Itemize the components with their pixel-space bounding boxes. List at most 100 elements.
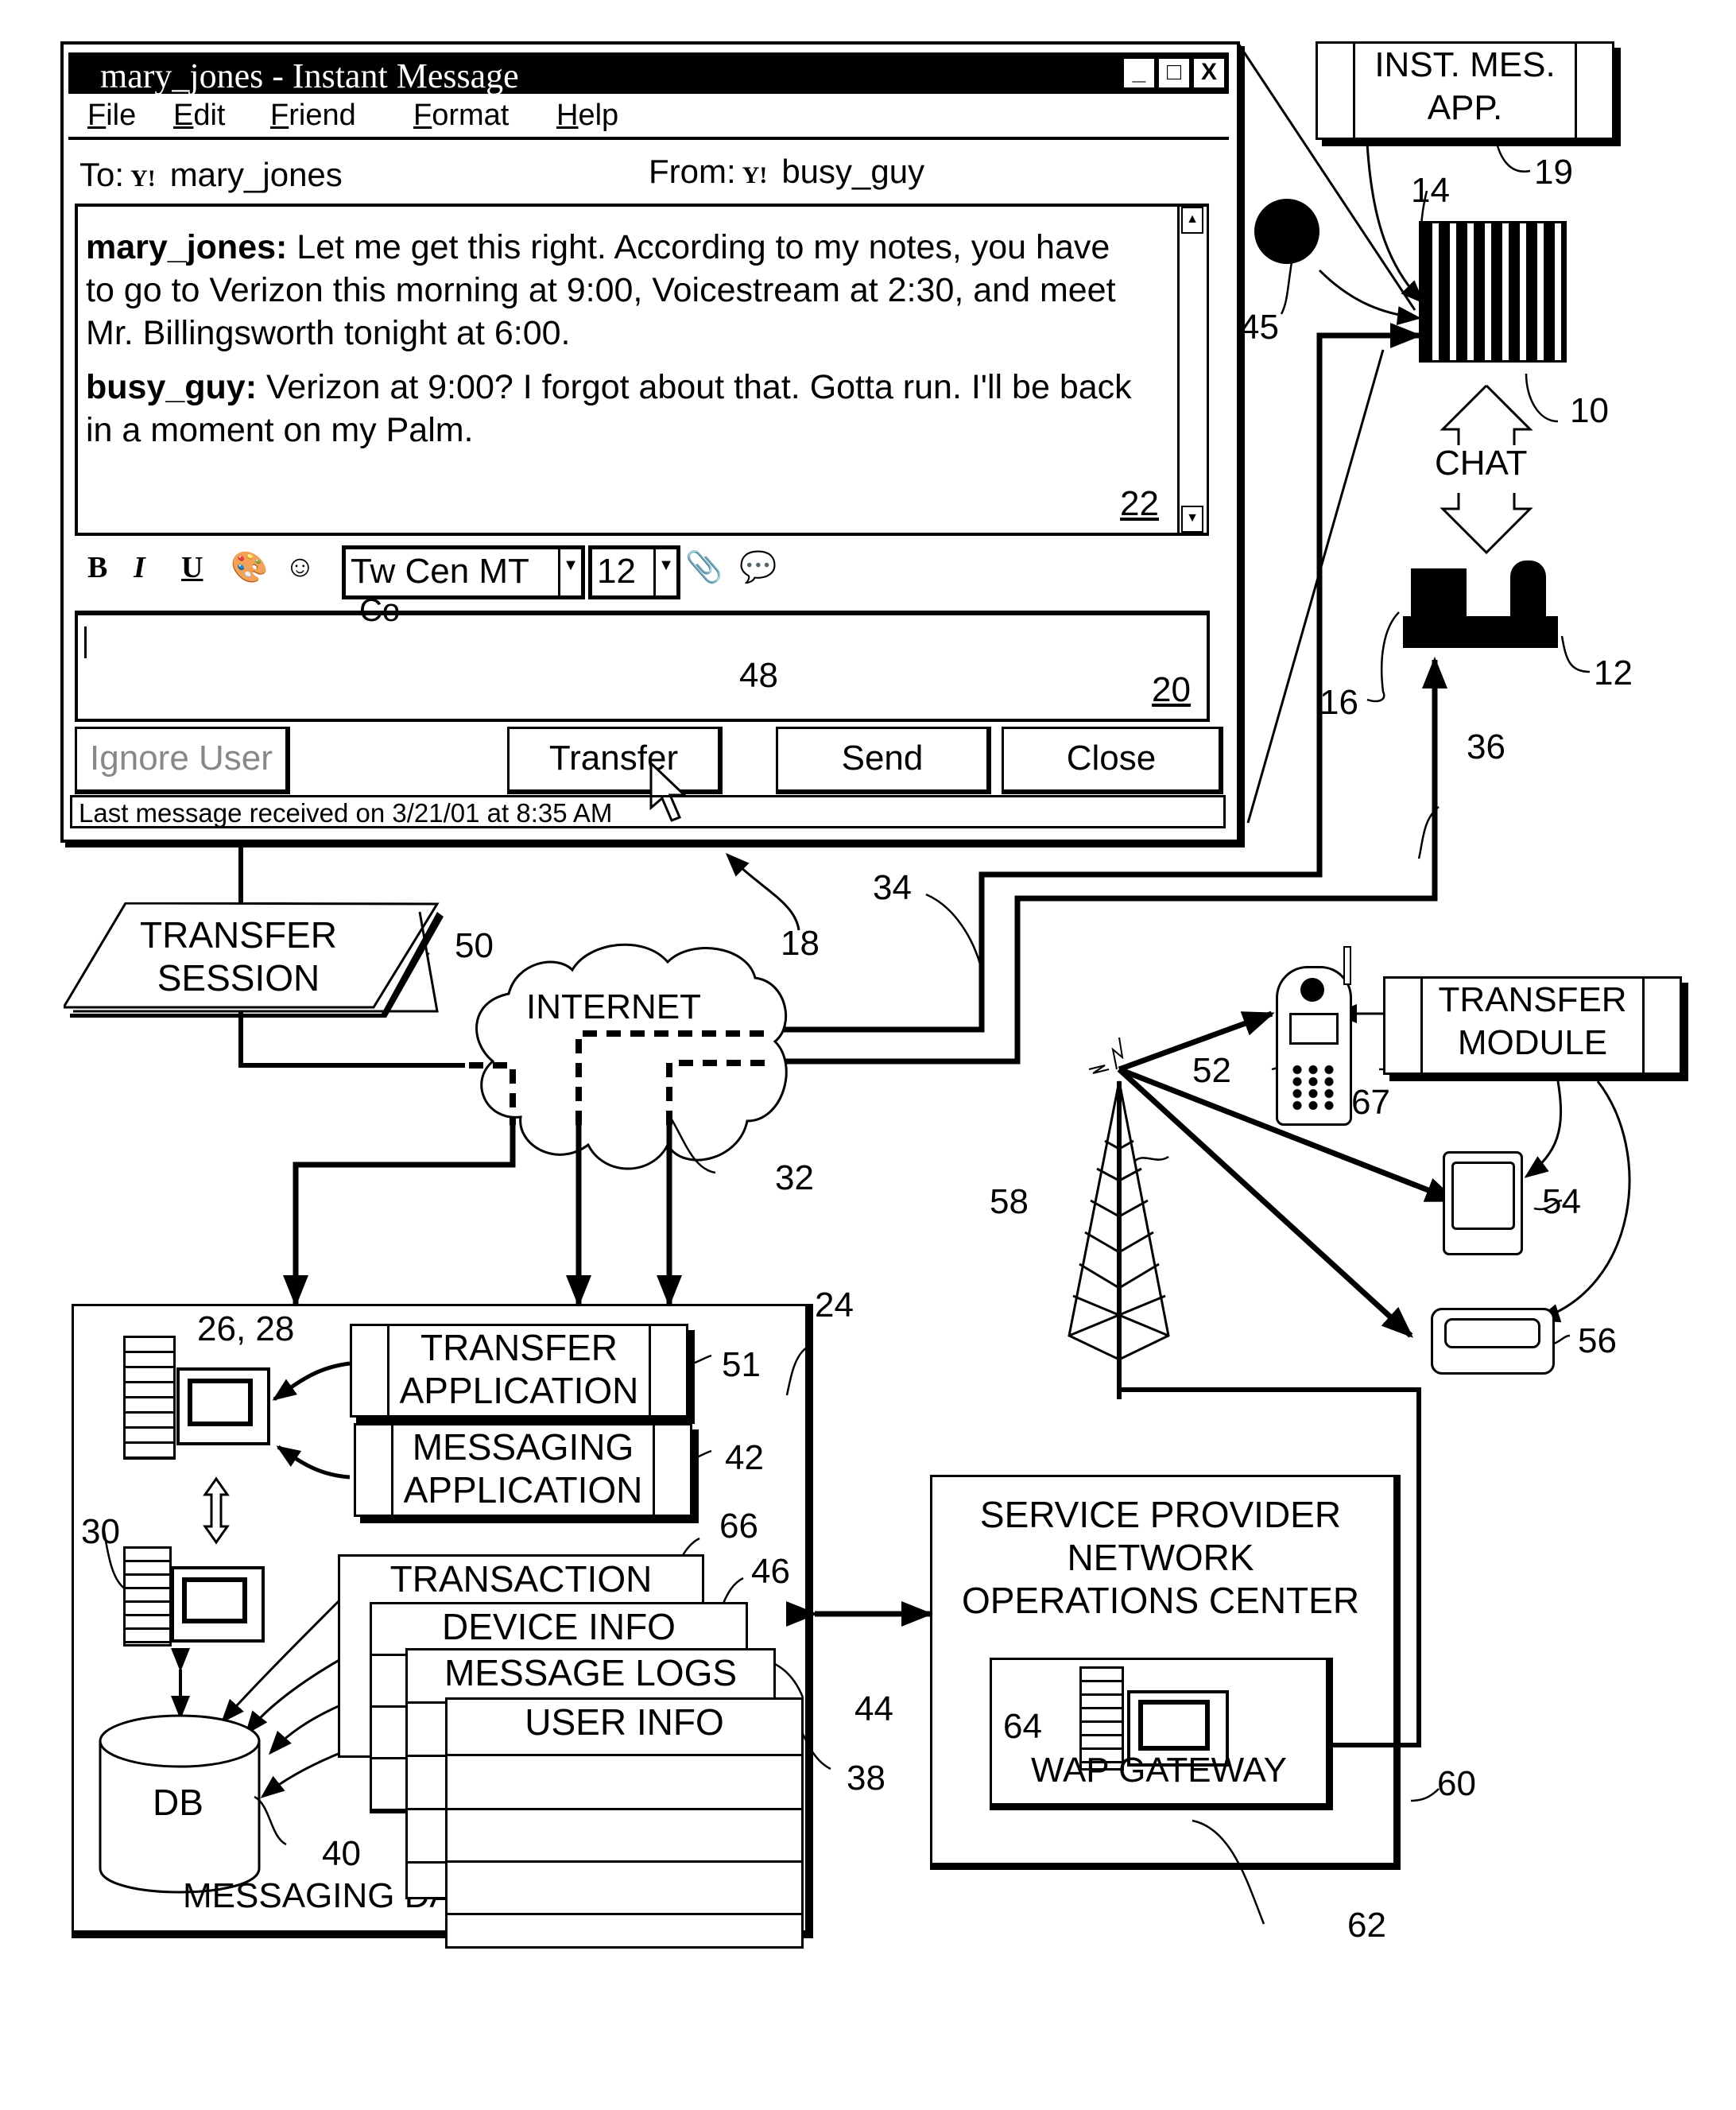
photo-ref: 10 xyxy=(1570,391,1609,430)
to-user[interactable]: mary_jones xyxy=(170,156,343,193)
internet-cloud xyxy=(475,943,788,1170)
server-tower-icon xyxy=(123,1336,176,1460)
messenger-logo-icon: Y! xyxy=(130,165,156,192)
from-user[interactable]: busy_guy xyxy=(781,153,924,190)
data-center-ref: 24 xyxy=(815,1286,854,1325)
transfer-application-box: TRANSFER APPLICATION xyxy=(350,1324,688,1418)
chat-label: CHAT xyxy=(1435,444,1528,483)
desktop-user-ref: 12 xyxy=(1594,654,1633,692)
transfer-ref-label: 48 xyxy=(739,656,778,695)
font-select-value: Tw Cen MT xyxy=(351,552,529,591)
chevron-down-icon[interactable]: ▼ xyxy=(653,549,676,595)
dashed-path-b xyxy=(575,1030,771,1125)
messenger-logo-icon: Y! xyxy=(742,162,768,188)
font-select[interactable]: Tw Cen MT ▼ xyxy=(342,545,585,599)
chevron-down-icon[interactable]: ▼ xyxy=(558,549,581,595)
scroll-down-icon[interactable]: ▼ xyxy=(1181,506,1203,533)
history-message: mary_jones: Let me get this right. Accor… xyxy=(86,226,1143,355)
from-label: From: xyxy=(649,153,736,190)
compose-input[interactable]: 20 xyxy=(75,611,1210,722)
desktop-line-ref: 16 xyxy=(1319,683,1358,722)
desktop-user-icon xyxy=(1403,560,1558,648)
message-sender: mary_jones: xyxy=(86,228,288,266)
close-button[interactable]: Close xyxy=(1002,727,1223,794)
transfer-app-line1: TRANSFER xyxy=(420,1327,618,1368)
table-ref: 44 xyxy=(854,1689,893,1728)
to-field: To: Y! mary_jones xyxy=(79,156,343,194)
message-sender: busy_guy: xyxy=(86,368,258,406)
palette-icon[interactable]: 🎨 xyxy=(231,550,268,585)
to-label: To: xyxy=(79,156,125,193)
phone-antenna xyxy=(1343,946,1351,985)
menu-edit[interactable]: Edit xyxy=(173,99,226,133)
link-36-ref: 36 xyxy=(1467,727,1505,766)
close-window-button[interactable]: X xyxy=(1192,57,1226,89)
window-callout-line-bottom xyxy=(1246,349,1385,824)
internet-to-dc-1 xyxy=(283,1125,516,1307)
tower-icon xyxy=(1068,1037,1170,1399)
scroll-up-icon[interactable]: ▲ xyxy=(1181,207,1203,234)
bold-button[interactable]: B xyxy=(87,550,107,585)
maximize-button[interactable]: □ xyxy=(1157,57,1191,89)
ref-18-leader xyxy=(725,852,800,931)
transfer-module-box: TRANSFER MODULE xyxy=(1383,976,1682,1075)
server2-ref: 30 xyxy=(81,1512,120,1551)
ignore-user-button[interactable]: Ignore User xyxy=(75,727,290,794)
transfer-session-shape: TRANSFER SESSION xyxy=(64,902,444,1018)
italic-button[interactable]: I xyxy=(134,550,145,585)
transfer-session-line1: TRANSFER xyxy=(140,914,337,956)
messaging-app-line2: APPLICATION xyxy=(403,1469,643,1511)
voice-chat-icon[interactable]: 💬 xyxy=(739,550,777,585)
dashed-path-c xyxy=(666,1060,771,1125)
noc-ref: 60 xyxy=(1437,1764,1476,1803)
buddy-to-photo xyxy=(1318,269,1421,325)
underline-button[interactable]: U xyxy=(181,550,203,585)
menu-file[interactable]: File xyxy=(87,99,136,133)
transfer-module-ref: 67 xyxy=(1351,1083,1390,1122)
buddy-icon xyxy=(1254,199,1319,264)
size-select[interactable]: 12 ▼ xyxy=(588,545,680,599)
noc-line3: OPERATIONS CENTER xyxy=(961,1580,1360,1621)
im-app-box: INST. MES. APP. xyxy=(1316,41,1614,140)
server-ref: 26, 28 xyxy=(197,1309,295,1348)
history-scrollbar[interactable]: ▲ ▼ xyxy=(1177,207,1203,533)
menu-format[interactable]: Format xyxy=(413,99,509,133)
server2-monitor-icon xyxy=(171,1566,265,1643)
table-sheet: USER INFO xyxy=(445,1697,804,1949)
pda-ref: 54 xyxy=(1542,1182,1581,1221)
mobile-phone-icon xyxy=(1276,966,1352,1126)
messaging-app-line1: MESSAGING xyxy=(412,1426,634,1468)
table-ref: 38 xyxy=(847,1759,885,1798)
table-label: USER INFO xyxy=(525,1701,724,1743)
menu-friend[interactable]: Friend xyxy=(270,99,356,133)
server2-tower-icon xyxy=(123,1546,172,1646)
table-label: MESSAGE LOGS xyxy=(444,1652,738,1693)
transfer-app-ref: 51 xyxy=(722,1345,761,1384)
im-app-line1: INST. MES. xyxy=(1374,45,1556,84)
transfer-session-line2: SESSION xyxy=(157,957,320,999)
minimize-button[interactable]: _ xyxy=(1122,57,1156,89)
pager-icon xyxy=(1431,1308,1555,1375)
messaging-application-box: MESSAGING APPLICATION xyxy=(354,1423,692,1517)
db-ref: 40 xyxy=(322,1834,361,1873)
from-field: From: Y! busy_guy xyxy=(649,153,924,191)
pager-ref: 56 xyxy=(1578,1321,1617,1360)
im-app-ref: 19 xyxy=(1534,153,1573,192)
internet-label: INTERNET xyxy=(526,987,701,1026)
noc-line1: SERVICE PROVIDER xyxy=(979,1494,1342,1535)
remote-user-photo xyxy=(1419,221,1567,363)
attach-icon[interactable]: 📎 xyxy=(685,550,723,585)
photo-arrow-ref: 14 xyxy=(1411,171,1450,210)
table-label: TRANSACTION xyxy=(389,1558,653,1600)
title-bar[interactable]: mary_jones - Instant Message _ □ X xyxy=(68,52,1229,95)
dashed-path-a xyxy=(469,1062,516,1125)
window-title: mary_jones - Instant Message xyxy=(100,56,519,95)
message-history[interactable]: mary_jones: Let me get this right. Accor… xyxy=(75,204,1209,536)
link-34-ref: 34 xyxy=(873,868,912,907)
smiley-icon[interactable]: ☺ xyxy=(285,550,316,584)
menu-help[interactable]: Help xyxy=(556,99,618,133)
send-button[interactable]: Send xyxy=(776,727,991,794)
internet-ref: 32 xyxy=(775,1158,814,1197)
gateway-server-ref: 64 xyxy=(1003,1707,1042,1746)
instant-message-window: mary_jones - Instant Message _ □ X File … xyxy=(60,41,1240,843)
